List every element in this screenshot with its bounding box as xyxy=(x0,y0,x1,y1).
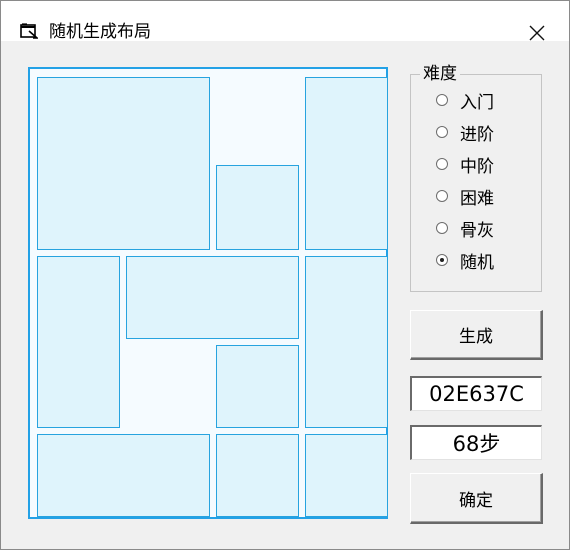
radio-intermediate-circle[interactable] xyxy=(436,158,448,170)
difficulty-legend: 难度 xyxy=(420,64,460,84)
radio-expert-label: 骨灰 xyxy=(460,220,494,241)
window-title: 随机生成布局 xyxy=(49,22,151,42)
board-tile[interactable] xyxy=(305,256,388,428)
board-tile[interactable] xyxy=(126,256,299,339)
board-tile[interactable] xyxy=(37,256,120,428)
radio-hard-label: 困难 xyxy=(460,188,494,209)
radio-advanced[interactable]: 进阶 xyxy=(436,121,494,145)
board-tile[interactable] xyxy=(37,77,210,250)
board-tile[interactable] xyxy=(216,165,299,250)
radio-hard[interactable]: 困难 xyxy=(436,185,494,209)
layout-board[interactable] xyxy=(28,67,388,519)
layout-code-field[interactable]: 02E637C xyxy=(410,376,542,411)
board-tile[interactable] xyxy=(305,434,388,517)
radio-expert[interactable]: 骨灰 xyxy=(436,217,494,241)
radio-intermediate[interactable]: 中阶 xyxy=(436,153,494,177)
radio-hard-circle[interactable] xyxy=(436,190,448,202)
radio-random-label: 随机 xyxy=(460,252,494,273)
radio-expert-circle[interactable] xyxy=(436,222,448,234)
radio-beginner[interactable]: 入门 xyxy=(436,89,494,113)
confirm-button[interactable]: 确定 xyxy=(410,473,543,524)
steps-field[interactable]: 68步 xyxy=(410,425,542,460)
radio-random-circle[interactable] xyxy=(436,254,448,266)
radio-beginner-circle[interactable] xyxy=(436,94,448,106)
title-bar[interactable]: 随机生成布局 xyxy=(1,1,569,42)
radio-random[interactable]: 随机 xyxy=(436,249,494,273)
close-icon xyxy=(529,25,545,41)
board-tile[interactable] xyxy=(216,434,299,517)
app-window-icon xyxy=(20,23,38,39)
radio-advanced-label: 进阶 xyxy=(460,124,494,145)
radio-beginner-label: 入门 xyxy=(460,92,494,113)
board-tile[interactable] xyxy=(216,345,299,428)
board-tile[interactable] xyxy=(305,77,388,250)
board-tile[interactable] xyxy=(37,434,210,517)
radio-intermediate-label: 中阶 xyxy=(460,156,494,177)
generate-button[interactable]: 生成 xyxy=(410,310,543,360)
close-button[interactable] xyxy=(505,13,569,53)
radio-advanced-circle[interactable] xyxy=(436,126,448,138)
